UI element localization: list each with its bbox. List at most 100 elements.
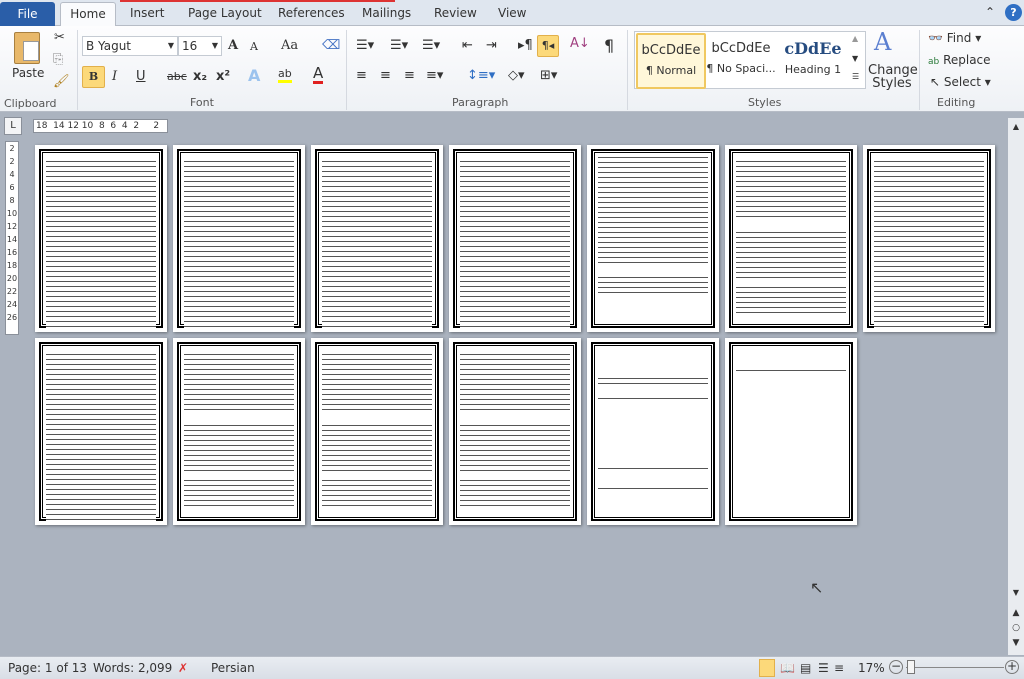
page-thumbnail[interactable] bbox=[587, 338, 719, 525]
page-thumbnail[interactable] bbox=[311, 338, 443, 525]
print-layout-view-icon[interactable] bbox=[759, 659, 775, 677]
change-styles-button[interactable]: Change Styles bbox=[868, 64, 918, 90]
scroll-down-arrow[interactable]: ▼ bbox=[1008, 588, 1024, 597]
subscript-button[interactable]: x₂ bbox=[193, 69, 207, 84]
editing-group-label: Editing bbox=[937, 96, 976, 109]
tab-selector-button[interactable]: L bbox=[4, 117, 22, 135]
tab-file[interactable]: File bbox=[0, 2, 55, 26]
styles-scroll-up[interactable]: ▲ bbox=[852, 34, 858, 43]
binoculars-icon: 👓 bbox=[928, 31, 943, 45]
clear-formatting-icon[interactable]: ⌫ bbox=[322, 38, 340, 53]
tab-home[interactable]: Home bbox=[60, 2, 116, 27]
multilevel-list-icon[interactable]: ☰▾ bbox=[422, 38, 440, 53]
highlight-button[interactable]: ab bbox=[278, 67, 292, 83]
minimize-ribbon-icon[interactable]: ⌃ bbox=[985, 5, 995, 19]
align-left-icon[interactable]: ≡ bbox=[356, 68, 367, 83]
zoom-out-button[interactable]: − bbox=[889, 660, 903, 674]
page-thumbnail[interactable] bbox=[725, 338, 857, 525]
next-page-icon[interactable]: ▼ bbox=[1008, 638, 1024, 648]
ltr-icon[interactable]: ▸¶ bbox=[518, 38, 533, 53]
page-thumbnail[interactable] bbox=[173, 338, 305, 525]
align-center-icon[interactable]: ≡ bbox=[380, 68, 391, 83]
paste-button[interactable]: Paste bbox=[12, 66, 44, 80]
page-thumbnail[interactable] bbox=[35, 145, 167, 332]
browse-object-icon[interactable]: ○ bbox=[1008, 623, 1024, 633]
page-thumbnail[interactable] bbox=[587, 145, 719, 332]
tab-insert[interactable]: Insert bbox=[130, 6, 164, 20]
zoom-in-button[interactable]: + bbox=[1005, 660, 1019, 674]
page-text bbox=[460, 478, 570, 508]
zoom-slider-thumb[interactable] bbox=[907, 660, 916, 674]
style-no-spacing[interactable]: bCcDdEe ¶ No Spaci... bbox=[706, 33, 776, 89]
styles-more[interactable]: ☰ bbox=[852, 72, 859, 81]
underline-button[interactable]: U bbox=[136, 69, 146, 84]
styles-group-label: Styles bbox=[748, 96, 782, 109]
style-normal[interactable]: bCcDdEe ¶ Normal bbox=[636, 33, 706, 89]
proofing-icon[interactable]: ✗ bbox=[178, 661, 188, 675]
bullets-icon[interactable]: ☰▾ bbox=[356, 38, 374, 53]
format-painter-icon[interactable]: 🖌 bbox=[53, 74, 70, 89]
ruler-tick: 4 bbox=[9, 170, 15, 179]
font-color-button[interactable]: A bbox=[313, 65, 324, 84]
change-case-button[interactable]: Aa bbox=[281, 38, 298, 53]
vertical-scrollbar[interactable]: ▲ ▼ ▲ ○ ▼ bbox=[1008, 118, 1024, 655]
page-thumbnail[interactable] bbox=[35, 338, 167, 525]
justify-icon[interactable]: ≡▾ bbox=[426, 68, 443, 83]
paste-icon[interactable] bbox=[14, 32, 40, 64]
italic-button[interactable]: I bbox=[112, 69, 117, 84]
change-styles-icon[interactable]: A bbox=[874, 28, 891, 56]
clipboard-group-label: Clipboard bbox=[4, 97, 57, 110]
show-formatting-button[interactable]: ¶ bbox=[604, 36, 614, 55]
find-button[interactable]: 👓 Find ▾ bbox=[928, 31, 981, 45]
font-size-select[interactable]: 16 ▼ bbox=[178, 36, 222, 56]
tab-review[interactable]: Review bbox=[434, 6, 477, 20]
superscript-button[interactable]: x² bbox=[216, 69, 230, 84]
full-screen-reading-icon[interactable]: 📖 bbox=[780, 661, 795, 675]
tab-mailings[interactable]: Mailings bbox=[362, 6, 411, 20]
numbering-icon[interactable]: ☰▾ bbox=[390, 38, 408, 53]
page-thumbnail[interactable] bbox=[863, 145, 995, 332]
align-right-icon[interactable]: ≡ bbox=[404, 68, 415, 83]
sort-icon[interactable]: A↓ bbox=[570, 36, 590, 51]
replace-button[interactable]: ab Replace bbox=[928, 53, 991, 67]
language-indicator[interactable]: Persian bbox=[211, 661, 255, 675]
styles-scroll-down[interactable]: ▼ bbox=[852, 54, 858, 63]
page-thumbnail[interactable] bbox=[449, 338, 581, 525]
style-heading-1[interactable]: cDdEe Heading 1 bbox=[778, 33, 848, 89]
vertical-ruler[interactable]: 2 2 4 6 8 10 12 14 16 18 20 22 24 26 bbox=[5, 141, 19, 335]
word-count[interactable]: Words: 2,099 bbox=[93, 661, 172, 675]
increase-indent-icon[interactable]: ⇥ bbox=[486, 38, 497, 53]
bold-button[interactable]: B bbox=[82, 66, 105, 88]
page-text bbox=[460, 423, 570, 473]
help-icon[interactable]: ? bbox=[1005, 4, 1022, 21]
web-layout-icon[interactable]: ▤ bbox=[800, 661, 811, 675]
strikethrough-button[interactable]: abc bbox=[167, 70, 187, 83]
borders-icon[interactable]: ⊞▾ bbox=[540, 68, 557, 83]
decrease-indent-icon[interactable]: ⇤ bbox=[462, 38, 473, 53]
grow-font-button[interactable]: A bbox=[228, 38, 238, 53]
font-name-select[interactable]: B Yagut ▼ bbox=[82, 36, 178, 56]
tab-view[interactable]: View bbox=[498, 6, 526, 20]
scroll-up-arrow[interactable]: ▲ bbox=[1008, 122, 1024, 131]
shading-icon[interactable]: ◇▾ bbox=[508, 68, 525, 83]
previous-page-icon[interactable]: ▲ bbox=[1008, 608, 1024, 618]
page-thumbnail[interactable] bbox=[725, 145, 857, 332]
copy-icon[interactable]: ⎘ bbox=[53, 52, 63, 67]
zoom-slider[interactable] bbox=[906, 667, 1004, 668]
draft-view-icon[interactable]: ≡ bbox=[834, 661, 844, 675]
rtl-button[interactable]: ¶◂ bbox=[537, 35, 559, 57]
tab-references[interactable]: References bbox=[278, 6, 345, 20]
page-thumbnail[interactable] bbox=[311, 145, 443, 332]
shrink-font-button[interactable]: A bbox=[250, 40, 258, 53]
tab-page-layout[interactable]: Page Layout bbox=[188, 6, 262, 20]
zoom-level[interactable]: 17% bbox=[858, 661, 885, 675]
page-thumbnail[interactable] bbox=[449, 145, 581, 332]
outline-view-icon[interactable]: ☰ bbox=[818, 661, 829, 675]
horizontal-ruler[interactable]: 18 14 12 10 8 6 4 2 2 bbox=[33, 119, 168, 133]
text-effects-button[interactable]: A bbox=[248, 66, 260, 85]
select-button[interactable]: ↖ Select ▾ bbox=[930, 75, 991, 89]
page-count[interactable]: Page: 1 of 13 bbox=[8, 661, 87, 675]
line-spacing-icon[interactable]: ↕≡▾ bbox=[467, 68, 495, 83]
cut-icon[interactable]: ✂ bbox=[54, 30, 65, 45]
page-thumbnail[interactable] bbox=[173, 145, 305, 332]
